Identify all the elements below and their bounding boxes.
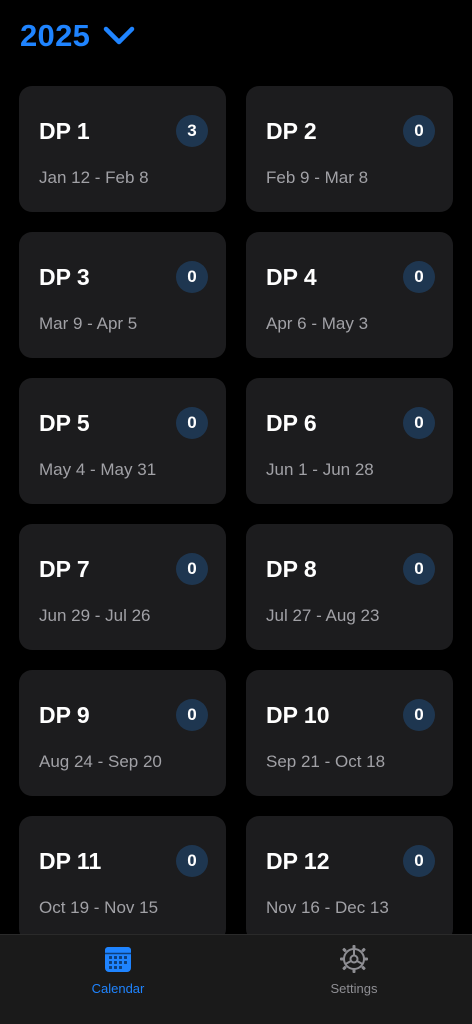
period-count-badge: 0 (176, 407, 208, 439)
calendar-screen: 2025 DP 1 3 Jan 12 - Feb 8 DP 2 0 Feb 9 … (0, 0, 472, 1024)
period-date-range: Jan 12 - Feb 8 (39, 168, 149, 187)
period-date-range: Jun 29 - Jul 26 (39, 606, 151, 625)
period-date-range: Oct 19 - Nov 15 (39, 898, 159, 917)
tab-calendar[interactable]: Calendar (0, 935, 236, 1024)
period-date-range: Jun 1 - Jun 28 (266, 460, 374, 479)
gear-icon (340, 945, 368, 973)
period-card-5[interactable]: DP 5 0 May 4 - May 31 (19, 378, 226, 504)
period-title: DP 11 (39, 848, 102, 874)
tab-settings-label: Settings (330, 981, 378, 996)
period-count-badge: 0 (403, 115, 435, 147)
calendar-icon (105, 947, 131, 972)
period-title: DP 4 (266, 264, 317, 290)
period-title: DP 9 (39, 702, 90, 728)
period-title: DP 7 (39, 556, 90, 582)
period-date-range: Sep 21 - Oct 18 (266, 752, 386, 771)
period-count-badge: 0 (403, 699, 435, 731)
period-card-9[interactable]: DP 9 0 Aug 24 - Sep 20 (19, 670, 226, 796)
period-title: DP 5 (39, 410, 90, 436)
tab-calendar-label: Calendar (91, 981, 145, 996)
period-card-10[interactable]: DP 10 0 Sep 21 - Oct 18 (246, 670, 453, 796)
period-title: DP 12 (266, 848, 330, 874)
year-label: 2025 (20, 18, 91, 53)
period-card-8[interactable]: DP 8 0 Jul 27 - Aug 23 (246, 524, 453, 650)
period-grid: DP 1 3 Jan 12 - Feb 8 DP 2 0 Feb 9 - Mar… (19, 86, 453, 942)
period-card-2[interactable]: DP 2 0 Feb 9 - Mar 8 (246, 86, 453, 212)
period-title: DP 2 (266, 118, 317, 144)
period-count-badge: 0 (403, 407, 435, 439)
period-date-range: May 4 - May 31 (39, 460, 157, 479)
year-selector[interactable]: 2025 (20, 18, 136, 54)
period-card-4[interactable]: DP 4 0 Apr 6 - May 3 (246, 232, 453, 358)
period-title: DP 8 (266, 556, 317, 582)
period-card-7[interactable]: DP 7 0 Jun 29 - Jul 26 (19, 524, 226, 650)
period-count-badge: 0 (176, 261, 208, 293)
period-count-badge: 0 (176, 699, 208, 731)
period-title: DP 10 (266, 702, 330, 728)
period-title: DP 1 (39, 118, 90, 144)
period-card-12[interactable]: DP 12 0 Nov 16 - Dec 13 (246, 816, 453, 942)
period-count-badge: 0 (403, 845, 435, 877)
tab-settings[interactable]: Settings (236, 935, 472, 1024)
chevron-down-icon (103, 26, 135, 45)
period-card-6[interactable]: DP 6 0 Jun 1 - Jun 28 (246, 378, 453, 504)
period-card-1[interactable]: DP 1 3 Jan 12 - Feb 8 (19, 86, 226, 212)
period-count-badge: 0 (403, 553, 435, 585)
period-count-badge: 0 (176, 553, 208, 585)
tab-bar: Calendar Settings (0, 934, 472, 1024)
period-date-range: Feb 9 - Mar 8 (266, 168, 369, 187)
period-title: DP 3 (39, 264, 90, 290)
period-count-badge: 0 (176, 845, 208, 877)
period-card-11[interactable]: DP 11 0 Oct 19 - Nov 15 (19, 816, 226, 942)
period-date-range: Aug 24 - Sep 20 (39, 752, 162, 771)
period-date-range: Jul 27 - Aug 23 (266, 606, 380, 625)
period-title: DP 6 (266, 410, 317, 436)
period-count-badge: 0 (403, 261, 435, 293)
period-card-3[interactable]: DP 3 0 Mar 9 - Apr 5 (19, 232, 226, 358)
period-date-range: Nov 16 - Dec 13 (266, 898, 389, 917)
period-date-range: Mar 9 - Apr 5 (39, 314, 138, 333)
period-count-badge: 3 (176, 115, 208, 147)
period-date-range: Apr 6 - May 3 (266, 314, 369, 333)
